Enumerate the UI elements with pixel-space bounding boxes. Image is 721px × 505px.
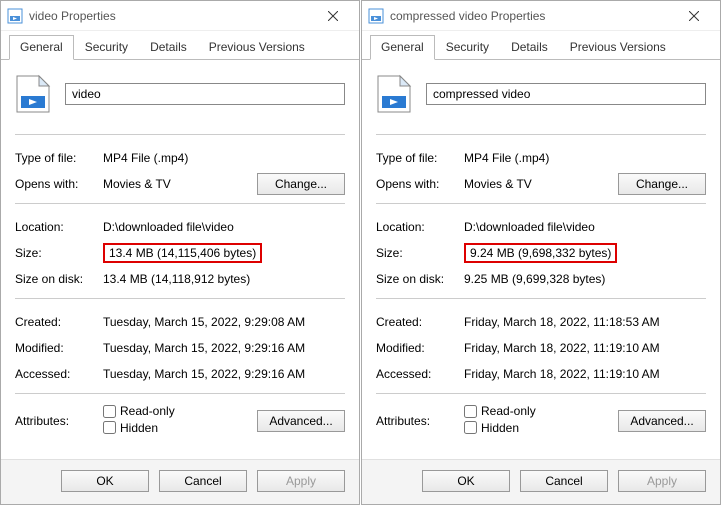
label-accessed: Accessed: bbox=[376, 367, 464, 381]
value-location: D:\downloaded file\video bbox=[103, 220, 345, 234]
tab-previous-versions[interactable]: Previous Versions bbox=[198, 35, 316, 59]
value-opens-with: Movies & TV bbox=[103, 177, 257, 191]
ok-button[interactable]: OK bbox=[61, 470, 149, 492]
properties-dialog-1: video Properties General Security Detail… bbox=[0, 0, 360, 505]
label-opens-with: Opens with: bbox=[15, 177, 103, 191]
value-created: Tuesday, March 15, 2022, 9:29:08 AM bbox=[103, 315, 345, 329]
tab-content-general: Type of file:MP4 File (.mp4) Opens with:… bbox=[1, 60, 359, 459]
value-size-on-disk: 13.4 MB (14,118,912 bytes) bbox=[103, 272, 345, 286]
readonly-label: Read-only bbox=[120, 404, 175, 418]
dialog-footer: OK Cancel Apply bbox=[362, 459, 720, 504]
readonly-checkbox-wrap[interactable]: Read-only bbox=[464, 404, 536, 418]
video-icon bbox=[7, 8, 23, 24]
label-size-on-disk: Size on disk: bbox=[376, 272, 464, 286]
video-icon bbox=[368, 8, 384, 24]
change-button[interactable]: Change... bbox=[618, 173, 706, 195]
value-accessed: Friday, March 18, 2022, 11:19:10 AM bbox=[464, 367, 706, 381]
highlight-size: 13.4 MB (14,115,406 bytes) bbox=[103, 243, 262, 263]
tab-details[interactable]: Details bbox=[139, 35, 198, 59]
tab-previous-versions[interactable]: Previous Versions bbox=[559, 35, 677, 59]
tab-security[interactable]: Security bbox=[74, 35, 139, 59]
apply-button[interactable]: Apply bbox=[257, 470, 345, 492]
advanced-button[interactable]: Advanced... bbox=[257, 410, 345, 432]
divider bbox=[15, 203, 345, 204]
value-attributes: Read-only Hidden bbox=[464, 404, 618, 437]
tab-security[interactable]: Security bbox=[435, 35, 500, 59]
divider bbox=[376, 298, 706, 299]
divider bbox=[15, 134, 345, 135]
ok-button[interactable]: OK bbox=[422, 470, 510, 492]
hidden-label: Hidden bbox=[481, 421, 519, 435]
label-created: Created: bbox=[15, 315, 103, 329]
apply-button[interactable]: Apply bbox=[618, 470, 706, 492]
value-opens-with: Movies & TV bbox=[464, 177, 618, 191]
label-opens-with: Opens with: bbox=[376, 177, 464, 191]
label-created: Created: bbox=[376, 315, 464, 329]
tab-general[interactable]: General bbox=[370, 35, 435, 60]
tab-strip: General Security Details Previous Versio… bbox=[362, 31, 720, 60]
divider bbox=[15, 298, 345, 299]
window-title: video Properties bbox=[29, 9, 313, 23]
value-type-of-file: MP4 File (.mp4) bbox=[103, 151, 345, 165]
hidden-checkbox-wrap[interactable]: Hidden bbox=[103, 421, 158, 435]
value-size-on-disk: 9.25 MB (9,699,328 bytes) bbox=[464, 272, 706, 286]
tab-content-general: Type of file:MP4 File (.mp4) Opens with:… bbox=[362, 60, 720, 459]
label-attributes: Attributes: bbox=[376, 414, 464, 428]
advanced-button[interactable]: Advanced... bbox=[618, 410, 706, 432]
value-accessed: Tuesday, March 15, 2022, 9:29:16 AM bbox=[103, 367, 345, 381]
titlebar: compressed video Properties bbox=[362, 1, 720, 31]
tab-strip: General Security Details Previous Versio… bbox=[1, 31, 359, 60]
value-created: Friday, March 18, 2022, 11:18:53 AM bbox=[464, 315, 706, 329]
readonly-label: Read-only bbox=[481, 404, 536, 418]
value-attributes: Read-only Hidden bbox=[103, 404, 257, 437]
cancel-button[interactable]: Cancel bbox=[520, 470, 608, 492]
value-location: D:\downloaded file\video bbox=[464, 220, 706, 234]
value-type-of-file: MP4 File (.mp4) bbox=[464, 151, 706, 165]
titlebar: video Properties bbox=[1, 1, 359, 31]
label-size-on-disk: Size on disk: bbox=[15, 272, 103, 286]
label-accessed: Accessed: bbox=[15, 367, 103, 381]
divider bbox=[376, 134, 706, 135]
window-title: compressed video Properties bbox=[390, 9, 674, 23]
close-icon bbox=[689, 11, 699, 21]
filename-input[interactable] bbox=[426, 83, 706, 105]
readonly-checkbox[interactable] bbox=[103, 405, 116, 418]
hidden-checkbox-wrap[interactable]: Hidden bbox=[464, 421, 519, 435]
highlight-size: 9.24 MB (9,698,332 bytes) bbox=[464, 243, 617, 263]
value-modified: Friday, March 18, 2022, 11:19:10 AM bbox=[464, 341, 706, 355]
value-size: 9.24 MB (9,698,332 bytes) bbox=[464, 243, 706, 263]
close-icon bbox=[328, 11, 338, 21]
close-button[interactable] bbox=[313, 2, 353, 30]
filename-input[interactable] bbox=[65, 83, 345, 105]
file-type-icon bbox=[15, 74, 51, 114]
close-button[interactable] bbox=[674, 2, 714, 30]
readonly-checkbox-wrap[interactable]: Read-only bbox=[103, 404, 175, 418]
dialog-footer: OK Cancel Apply bbox=[1, 459, 359, 504]
tab-general[interactable]: General bbox=[9, 35, 74, 60]
divider bbox=[376, 203, 706, 204]
properties-dialog-2: compressed video Properties General Secu… bbox=[361, 0, 721, 505]
change-button[interactable]: Change... bbox=[257, 173, 345, 195]
hidden-checkbox[interactable] bbox=[103, 421, 116, 434]
divider bbox=[376, 393, 706, 394]
value-size: 13.4 MB (14,115,406 bytes) bbox=[103, 243, 345, 263]
label-location: Location: bbox=[376, 220, 464, 234]
hidden-label: Hidden bbox=[120, 421, 158, 435]
label-type-of-file: Type of file: bbox=[15, 151, 103, 165]
divider bbox=[15, 393, 345, 394]
label-type-of-file: Type of file: bbox=[376, 151, 464, 165]
file-type-icon bbox=[376, 74, 412, 114]
label-size: Size: bbox=[15, 246, 103, 260]
cancel-button[interactable]: Cancel bbox=[159, 470, 247, 492]
value-modified: Tuesday, March 15, 2022, 9:29:16 AM bbox=[103, 341, 345, 355]
readonly-checkbox[interactable] bbox=[464, 405, 477, 418]
hidden-checkbox[interactable] bbox=[464, 421, 477, 434]
label-location: Location: bbox=[15, 220, 103, 234]
label-attributes: Attributes: bbox=[15, 414, 103, 428]
label-size: Size: bbox=[376, 246, 464, 260]
label-modified: Modified: bbox=[15, 341, 103, 355]
tab-details[interactable]: Details bbox=[500, 35, 559, 59]
label-modified: Modified: bbox=[376, 341, 464, 355]
